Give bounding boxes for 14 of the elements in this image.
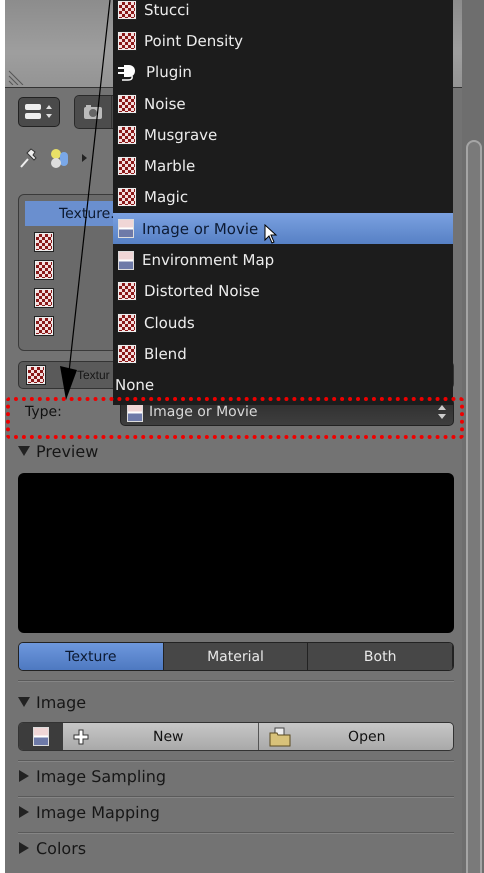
menu-item-label: None <box>115 376 154 394</box>
menu-item-label: Image or Movie <box>142 220 258 238</box>
type-label: Type: <box>24 404 63 420</box>
menu-item-label: Distorted Noise <box>144 282 260 300</box>
menu-item-label: Environment Map <box>142 251 274 270</box>
menu-item-label: Point Density <box>144 32 244 50</box>
menu-item-label: Musgrave <box>144 126 218 144</box>
menu-item-label: Plugin <box>146 63 192 82</box>
menu-item-label: Noise <box>144 94 186 113</box>
menu-item-label: Blend <box>144 344 187 363</box>
menu-item-label: Stucci <box>144 0 190 19</box>
menu-item-label: Magic <box>144 188 188 206</box>
menu-item-label: Clouds <box>144 314 195 332</box>
menu-item-label: Marble <box>144 157 196 176</box>
